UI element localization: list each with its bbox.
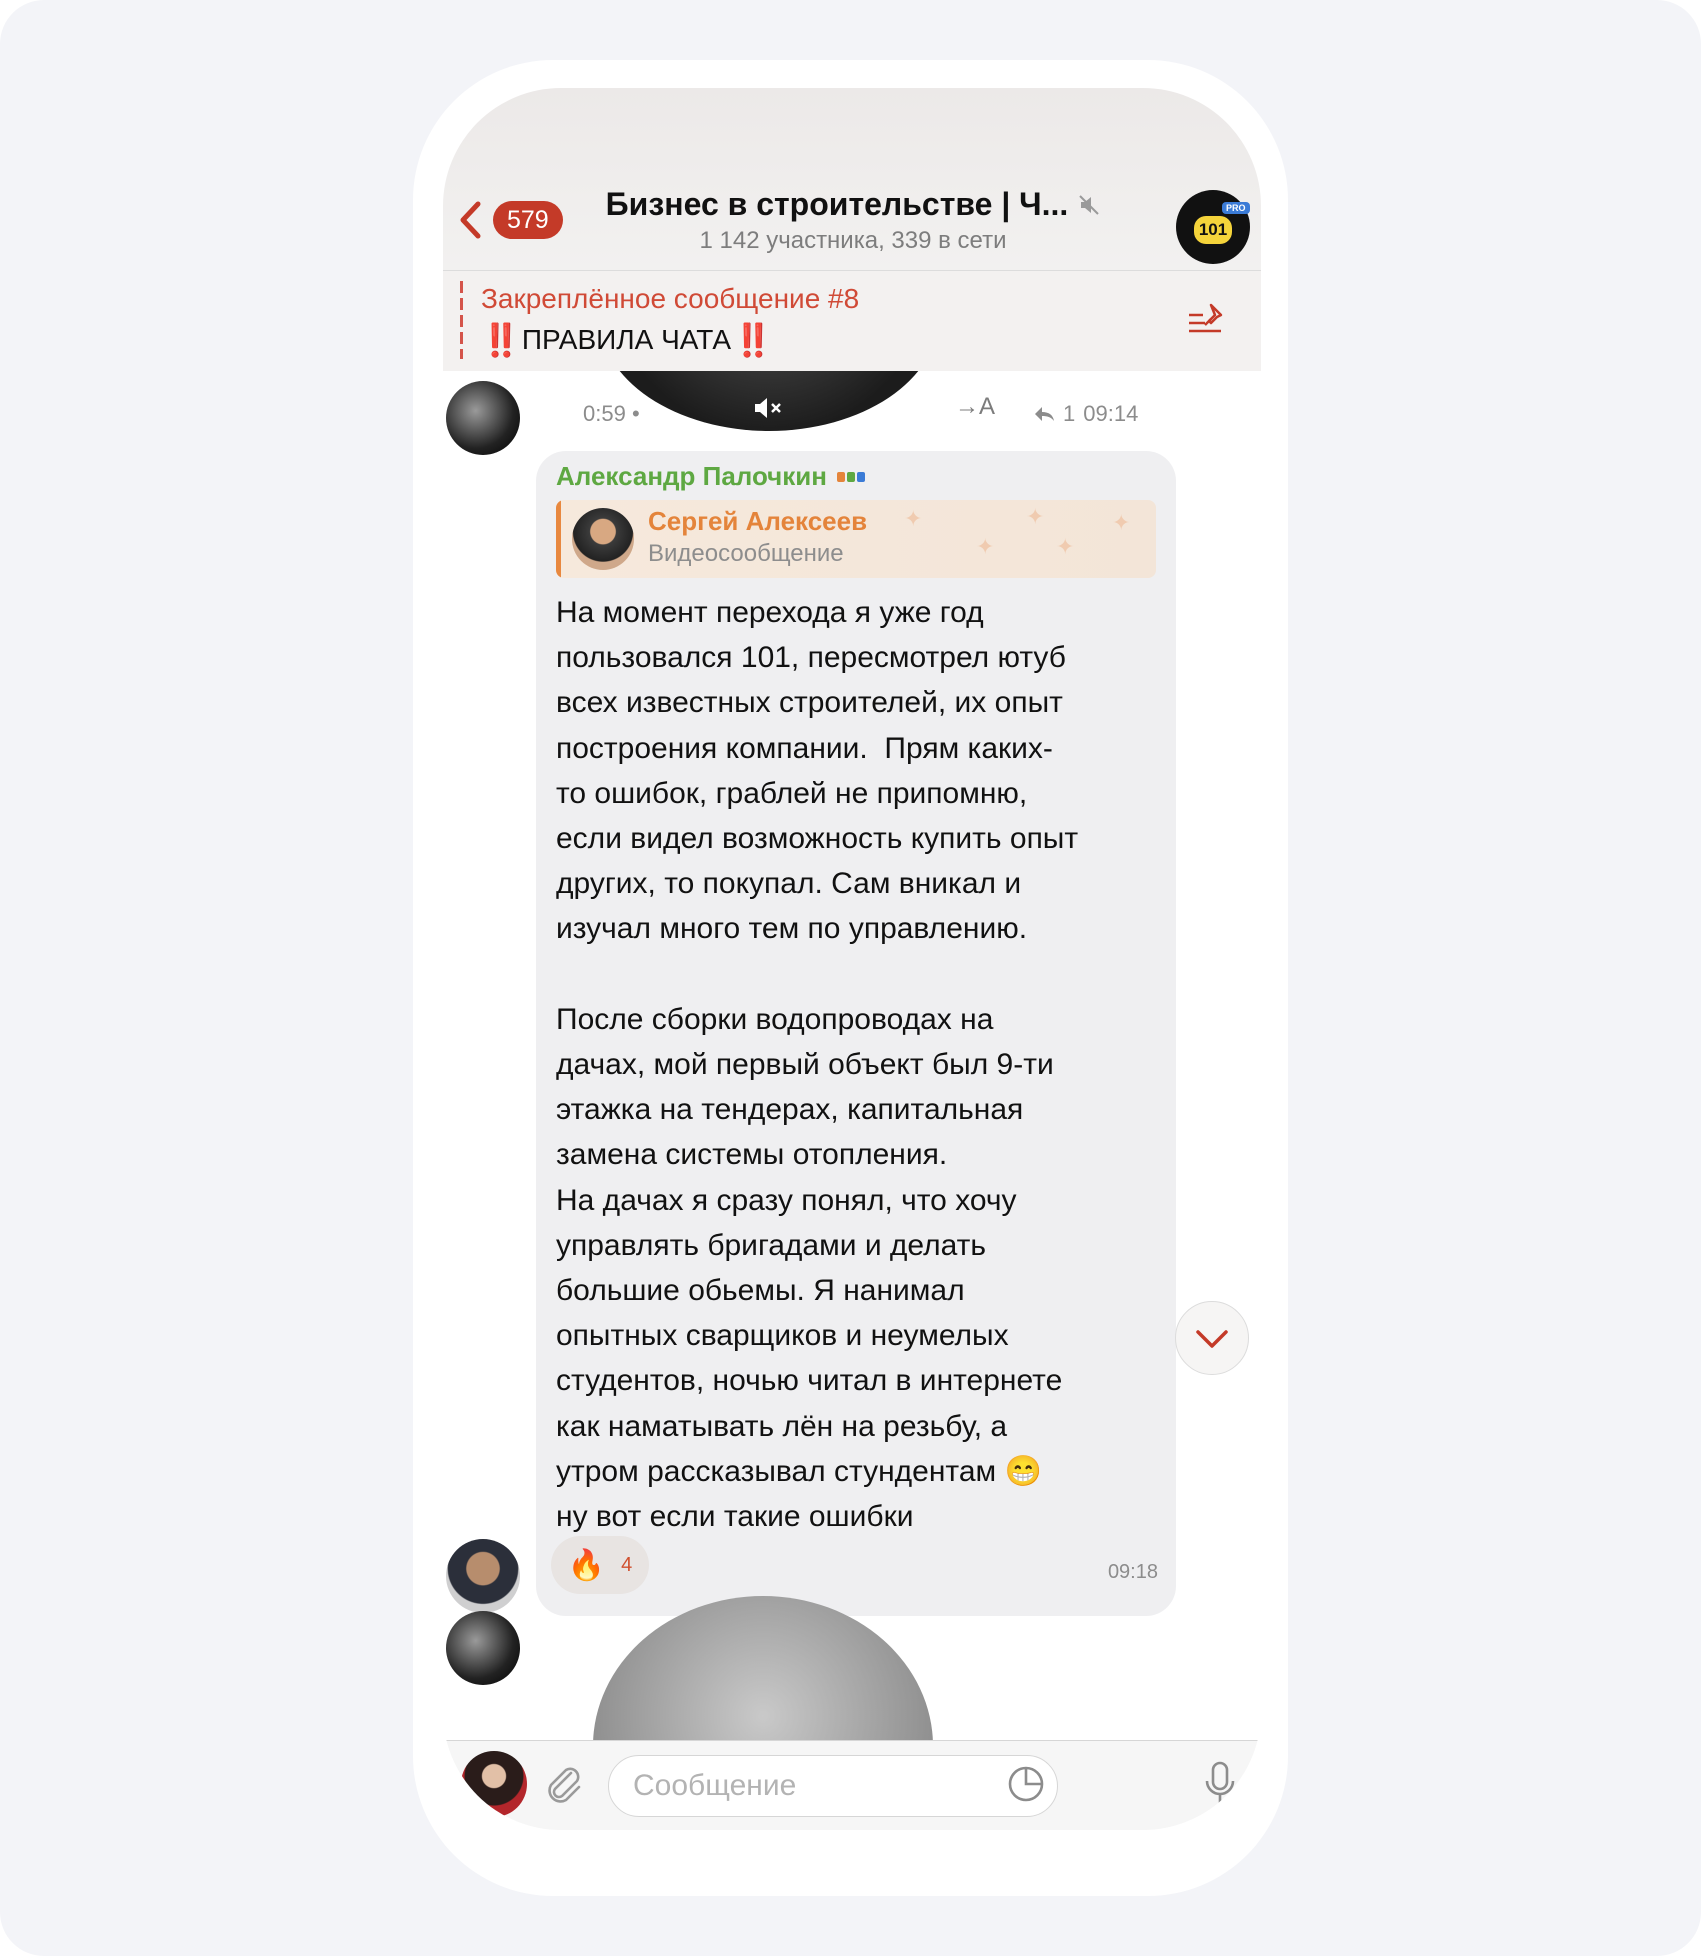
pattern-icon: ✦ xyxy=(1026,504,1045,529)
reaction-count: 4 xyxy=(621,1553,633,1576)
reply-bar xyxy=(556,500,561,578)
pinned-text-row: ‼️ ПРАВИЛА ЧАТА ‼️ xyxy=(481,321,773,359)
pattern-icon: ✦ xyxy=(1112,510,1131,535)
sender-name-row[interactable]: Александр Палочкин xyxy=(556,461,1156,492)
message-input[interactable] xyxy=(608,1755,1058,1817)
pinned-title: Закреплённое сообщение #8 xyxy=(481,283,860,314)
message-bubble[interactable]: Александр Палочкин Сергей Алексеев Видео… xyxy=(536,451,1176,1616)
reaction-chip[interactable]: 🔥 4 xyxy=(551,1536,649,1594)
translate-icon[interactable]: →A xyxy=(955,393,995,421)
fire-icon: 🔥 xyxy=(567,1548,606,1582)
video-message[interactable] xyxy=(599,371,939,431)
microphone-icon[interactable] xyxy=(1200,1759,1240,1809)
send-as-avatar[interactable] xyxy=(461,1751,527,1817)
sender-name: Александр Палочкин xyxy=(556,461,827,491)
double-exclamation-icon: ‼️ xyxy=(733,322,773,358)
back-chevron-icon xyxy=(460,201,481,239)
pinned-text: ПРАВИЛА ЧАТА xyxy=(521,324,732,355)
replies-info[interactable]: 1 09:14 xyxy=(1033,401,1138,427)
reply-count: 1 xyxy=(1063,401,1076,426)
pinned-message-bar[interactable]: Закреплённое сообщение #8 ‼️ ПРАВИЛА ЧАТ… xyxy=(443,270,1261,372)
chat-subtitle: 1 142 участника, 339 в сети xyxy=(699,227,1007,254)
navigation-bar: 579 Бизнес в строительстве | Ч... 1 142 … xyxy=(443,180,1261,270)
avatar[interactable] xyxy=(446,1611,520,1685)
message-list[interactable]: 0:59 • →A 1 09:14 Александр Палочкин Сер… xyxy=(443,371,1261,1741)
reply-text: Видеосообщение xyxy=(648,540,844,567)
paperclip-icon[interactable] xyxy=(543,1763,585,1805)
pin-list-icon[interactable] xyxy=(1187,301,1231,341)
reply-preview[interactable]: Сергей Алексеев Видеосообщение ✦ ✦ ✦ ✦ ✦ xyxy=(556,500,1156,578)
avatar[interactable] xyxy=(446,1539,520,1613)
pattern-icon: ✦ xyxy=(1056,534,1075,559)
chat-title: Бизнес в строительстве | Ч... xyxy=(605,186,1069,222)
message-time: 09:18 xyxy=(1107,1561,1158,1583)
avatar[interactable] xyxy=(446,381,520,455)
muted-icon xyxy=(1079,194,1100,215)
channel-pro-badge: PRO xyxy=(1222,202,1250,214)
pattern-icon: ✦ xyxy=(976,534,995,559)
channel-logo: 101 xyxy=(1194,216,1232,244)
chevron-down-icon xyxy=(1196,1330,1228,1348)
speaker-muted-icon xyxy=(755,398,781,418)
pinned-indicator xyxy=(460,281,463,359)
reply-arrow-icon xyxy=(1035,407,1054,421)
message-text: На момент перехода я уже год пользовался… xyxy=(556,596,1079,1534)
back-button[interactable]: 579 xyxy=(457,200,563,240)
double-exclamation-icon: ‼️ xyxy=(481,322,521,358)
scroll-down-button[interactable] xyxy=(1175,1301,1249,1375)
unread-badge: 579 xyxy=(493,201,563,239)
video-message[interactable] xyxy=(593,1596,933,1741)
chat-title-block[interactable]: Бизнес в строительстве | Ч... 1 142 учас… xyxy=(593,186,1113,255)
video-duration: 0:59 • xyxy=(583,401,640,426)
chat-screen: 579 Бизнес в строительстве | Ч... 1 142 … xyxy=(443,88,1261,1830)
channel-avatar[interactable]: 101 PRO xyxy=(1176,190,1250,264)
video-time: 09:14 xyxy=(1083,401,1139,426)
reply-author: Сергей Алексеев xyxy=(648,506,868,536)
user-tag-icon xyxy=(836,471,865,482)
chat-title-row: Бизнес в строительстве | Ч... xyxy=(606,186,1101,223)
sticker-icon[interactable] xyxy=(1005,1763,1047,1805)
message-input-bar xyxy=(443,1740,1261,1830)
pattern-icon: ✦ xyxy=(904,506,923,531)
reply-avatar xyxy=(572,508,634,570)
